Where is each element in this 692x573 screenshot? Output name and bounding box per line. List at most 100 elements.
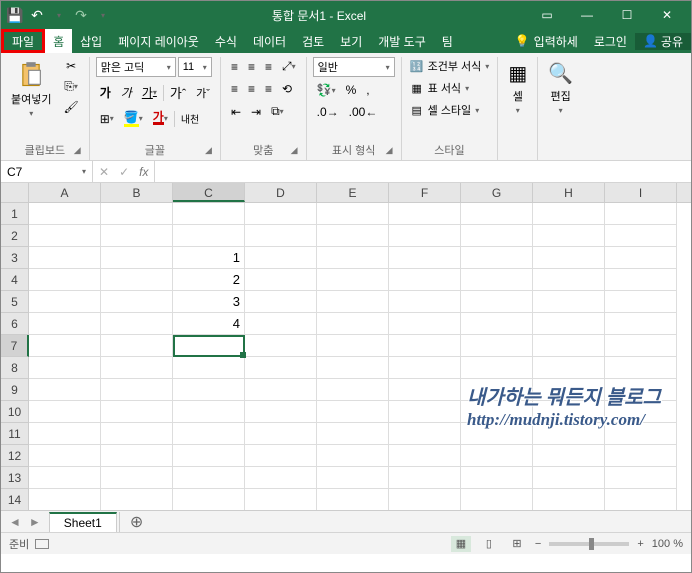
- fx-icon[interactable]: fx: [139, 165, 148, 179]
- italic-button[interactable]: 가: [117, 82, 136, 103]
- qat-customize-icon[interactable]: ▾: [95, 7, 111, 23]
- cell-B9[interactable]: [101, 379, 173, 401]
- cell-C9[interactable]: [173, 379, 245, 401]
- cell-H5[interactable]: [533, 291, 605, 313]
- sheet-prev-icon[interactable]: ◄: [9, 515, 21, 529]
- table-format-button[interactable]: ▦표 서식▾: [408, 79, 492, 97]
- cell-C2[interactable]: [173, 225, 245, 247]
- cell-I3[interactable]: [605, 247, 677, 269]
- cell-D12[interactable]: [245, 445, 317, 467]
- close-button[interactable]: ✕: [647, 1, 687, 29]
- col-header-B[interactable]: B: [101, 183, 173, 202]
- cell-B5[interactable]: [101, 291, 173, 313]
- increase-font-button[interactable]: 가ˆ: [166, 81, 190, 104]
- zoom-out-button[interactable]: −: [535, 538, 541, 550]
- cell-C11[interactable]: [173, 423, 245, 445]
- row-header-8[interactable]: 8: [1, 357, 29, 379]
- cell-G8[interactable]: [461, 357, 533, 379]
- row-header-10[interactable]: 10: [1, 401, 29, 423]
- cell-B14[interactable]: [101, 489, 173, 510]
- cell-E1[interactable]: [317, 203, 389, 225]
- save-icon[interactable]: 💾: [7, 7, 23, 23]
- cell-C3[interactable]: 1: [173, 247, 245, 269]
- col-header-E[interactable]: E: [317, 183, 389, 202]
- row-header-9[interactable]: 9: [1, 379, 29, 401]
- cell-styles-button[interactable]: ▤셀 스타일▾: [408, 101, 492, 119]
- tab-view[interactable]: 보기: [332, 29, 370, 53]
- paste-button[interactable]: 붙여넣기 ▾: [7, 57, 55, 122]
- cell-A7[interactable]: [29, 335, 101, 357]
- accounting-format-button[interactable]: 💱▾: [313, 81, 340, 99]
- cell-I4[interactable]: [605, 269, 677, 291]
- sign-in-button[interactable]: 로그인: [586, 33, 635, 50]
- cell-H13[interactable]: [533, 467, 605, 489]
- clipboard-dialog-launcher[interactable]: ◢: [74, 145, 86, 157]
- cell-C7[interactable]: [173, 335, 245, 357]
- cell-D9[interactable]: [245, 379, 317, 401]
- row-header-5[interactable]: 5: [1, 291, 29, 313]
- align-middle-button[interactable]: ≡: [244, 58, 259, 76]
- cell-A8[interactable]: [29, 357, 101, 379]
- cell-C1[interactable]: [173, 203, 245, 225]
- normal-view-button[interactable]: ▦: [451, 536, 471, 552]
- bold-button[interactable]: 가: [96, 82, 115, 103]
- cell-A11[interactable]: [29, 423, 101, 445]
- cut-button[interactable]: ✂: [59, 57, 82, 75]
- cell-C4[interactable]: 2: [173, 269, 245, 291]
- sheet-tab-1[interactable]: Sheet1: [49, 512, 117, 532]
- comma-button[interactable]: ,: [362, 81, 373, 99]
- cell-E12[interactable]: [317, 445, 389, 467]
- number-format-combo[interactable]: 일반▾: [313, 57, 395, 77]
- cell-E9[interactable]: [317, 379, 389, 401]
- cell-F4[interactable]: [389, 269, 461, 291]
- ribbon-options-icon[interactable]: ▭: [527, 1, 567, 29]
- cell-G13[interactable]: [461, 467, 533, 489]
- cell-E5[interactable]: [317, 291, 389, 313]
- number-dialog-launcher[interactable]: ◢: [386, 145, 398, 157]
- cell-E10[interactable]: [317, 401, 389, 423]
- cell-G4[interactable]: [461, 269, 533, 291]
- cell-A6[interactable]: [29, 313, 101, 335]
- cell-F9[interactable]: [389, 379, 461, 401]
- phonetic-button[interactable]: 내천: [177, 109, 203, 128]
- underline-button[interactable]: 가▾: [138, 82, 161, 103]
- cell-B12[interactable]: [101, 445, 173, 467]
- share-button[interactable]: 👤 공유: [635, 33, 691, 50]
- cell-B13[interactable]: [101, 467, 173, 489]
- cell-F1[interactable]: [389, 203, 461, 225]
- zoom-slider[interactable]: [549, 542, 629, 546]
- redo-icon[interactable]: ↷: [73, 7, 89, 23]
- cell-C8[interactable]: [173, 357, 245, 379]
- cell-D4[interactable]: [245, 269, 317, 291]
- cell-I8[interactable]: [605, 357, 677, 379]
- row-header-14[interactable]: 14: [1, 489, 29, 510]
- cell-E4[interactable]: [317, 269, 389, 291]
- row-header-11[interactable]: 11: [1, 423, 29, 445]
- page-break-view-button[interactable]: ⊞: [507, 536, 527, 552]
- font-name-combo[interactable]: 맑은 고딕▾: [96, 57, 176, 77]
- decrease-decimal-button[interactable]: .00←: [345, 103, 382, 121]
- name-box[interactable]: C7▾: [1, 161, 93, 182]
- zoom-thumb-icon[interactable]: [589, 538, 594, 550]
- cell-B11[interactable]: [101, 423, 173, 445]
- align-bottom-button[interactable]: ≡: [261, 58, 276, 76]
- border-button[interactable]: ⊞▾: [96, 110, 118, 128]
- cell-F11[interactable]: [389, 423, 461, 445]
- conditional-format-button[interactable]: 🔢조건부 서식▾: [408, 57, 492, 75]
- format-painter-button[interactable]: 🖌: [59, 98, 82, 116]
- tab-insert[interactable]: 삽입: [72, 29, 110, 53]
- cell-I13[interactable]: [605, 467, 677, 489]
- cell-C6[interactable]: 4: [173, 313, 245, 335]
- cell-F13[interactable]: [389, 467, 461, 489]
- orientation-button[interactable]: ⤢▾: [278, 57, 300, 76]
- decrease-indent-button[interactable]: ⇤: [227, 103, 245, 121]
- cell-C14[interactable]: [173, 489, 245, 510]
- row-header-7[interactable]: 7: [1, 335, 29, 357]
- fill-color-button[interactable]: 🪣▾: [120, 108, 147, 129]
- align-left-button[interactable]: ≡: [227, 80, 242, 98]
- cell-D13[interactable]: [245, 467, 317, 489]
- cell-I12[interactable]: [605, 445, 677, 467]
- cell-E14[interactable]: [317, 489, 389, 510]
- cell-E8[interactable]: [317, 357, 389, 379]
- tab-formulas[interactable]: 수식: [207, 29, 245, 53]
